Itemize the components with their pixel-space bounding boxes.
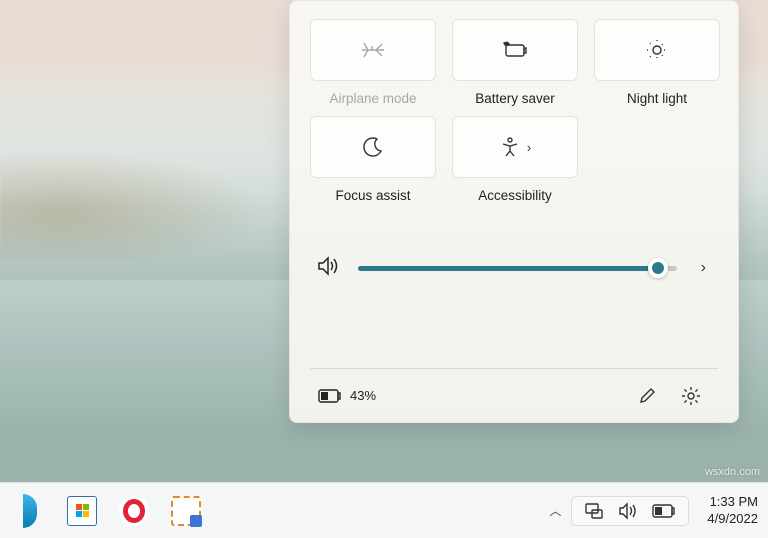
tile-airplane-mode-wrap: Airplane mode xyxy=(310,19,436,106)
edge-icon xyxy=(23,494,37,528)
tile-airplane-mode-label: Airplane mode xyxy=(329,91,416,106)
watermark: wsxdn.com xyxy=(705,466,760,478)
tile-focus-assist[interactable] xyxy=(310,116,436,178)
gear-icon xyxy=(681,386,701,406)
tray-volume-icon xyxy=(618,502,638,520)
tile-night-light[interactable] xyxy=(594,19,720,81)
battery-icon xyxy=(318,389,342,403)
quick-settings-footer: 43% xyxy=(310,368,718,422)
taskbar: ︿ 1:33 PM 4/9/2022 xyxy=(0,482,768,538)
tile-airplane-mode[interactable] xyxy=(310,19,436,81)
tile-night-light-wrap: Night light xyxy=(594,19,720,106)
tile-battery-saver[interactable] xyxy=(452,19,578,81)
volume-slider-fill xyxy=(358,266,658,271)
night-light-icon xyxy=(645,38,669,62)
battery-status[interactable]: 43% xyxy=(318,388,376,403)
volume-row: › xyxy=(310,253,718,283)
quick-settings-tiles: Airplane mode Battery saver Night light … xyxy=(310,19,718,203)
airplane-icon xyxy=(360,39,386,61)
tile-accessibility-label: Accessibility xyxy=(478,188,552,203)
tile-battery-saver-wrap: Battery saver xyxy=(452,19,578,106)
edit-quick-settings-button[interactable] xyxy=(628,377,666,415)
tile-night-light-label: Night light xyxy=(627,91,687,106)
tile-battery-saver-label: Battery saver xyxy=(475,91,555,106)
pencil-icon xyxy=(638,387,656,405)
quick-settings-panel: Airplane mode Battery saver Night light … xyxy=(289,0,739,423)
chevron-right-icon: › xyxy=(527,140,531,155)
battery-percent-label: 43% xyxy=(350,388,376,403)
tray-battery-icon xyxy=(652,504,676,518)
tile-accessibility[interactable]: › xyxy=(452,116,578,178)
tile-accessibility-wrap: › Accessibility xyxy=(452,116,578,203)
taskbar-snipping-tool[interactable] xyxy=(166,491,206,531)
taskbar-store[interactable] xyxy=(62,491,102,531)
clock-time: 1:33 PM xyxy=(710,494,758,510)
store-icon xyxy=(67,496,97,526)
taskbar-clock[interactable]: 1:33 PM 4/9/2022 xyxy=(707,494,758,527)
accessibility-icon xyxy=(499,136,521,158)
system-tray: ︿ 1:33 PM 4/9/2022 xyxy=(543,494,758,527)
taskbar-pinned-apps xyxy=(10,491,206,531)
taskbar-edge[interactable] xyxy=(10,491,50,531)
settings-button[interactable] xyxy=(672,377,710,415)
tray-overflow-button[interactable]: ︿ xyxy=(543,496,567,525)
clock-date: 4/9/2022 xyxy=(707,511,758,527)
volume-slider-thumb[interactable] xyxy=(648,258,668,278)
opera-icon xyxy=(119,496,149,526)
battery-saver-icon xyxy=(500,40,530,60)
tile-focus-assist-wrap: Focus assist xyxy=(310,116,436,203)
taskbar-opera[interactable] xyxy=(114,491,154,531)
volume-slider[interactable] xyxy=(358,266,677,271)
moon-icon xyxy=(362,136,384,158)
volume-icon[interactable] xyxy=(316,255,340,282)
desktop-grass xyxy=(0,140,300,260)
network-icon xyxy=(584,502,604,520)
tray-network-volume-battery[interactable] xyxy=(571,496,689,526)
tile-focus-assist-label: Focus assist xyxy=(335,188,410,203)
volume-flyout-button[interactable]: › xyxy=(695,253,712,283)
snip-icon xyxy=(171,496,201,526)
